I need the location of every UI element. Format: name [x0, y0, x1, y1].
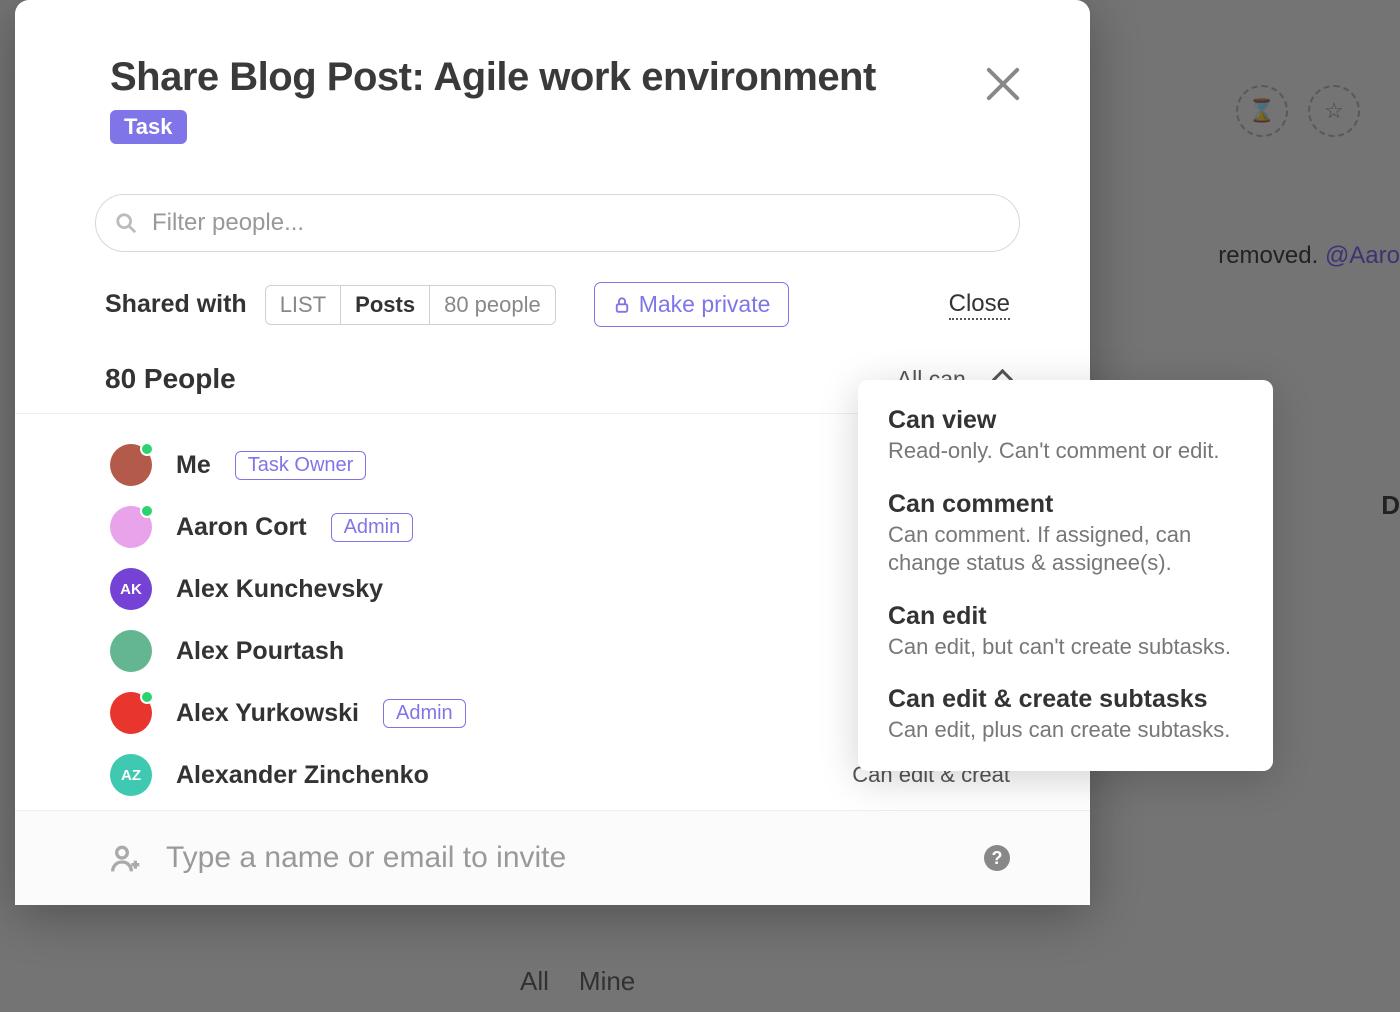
close-link[interactable]: Close	[949, 290, 1010, 320]
task-badge: Task	[110, 110, 187, 144]
permission-dropdown: Can viewRead-only. Can't comment or edit…	[858, 380, 1273, 771]
permission-option-title: Can edit	[888, 602, 1243, 631]
permission-option[interactable]: Can commentCan comment. If assigned, can…	[888, 490, 1243, 578]
permission-option[interactable]: Can edit & create subtasksCan edit, plus…	[888, 685, 1243, 745]
make-private-button[interactable]: Make private	[594, 282, 790, 327]
avatar	[110, 630, 152, 672]
role-badge: Admin	[383, 699, 466, 728]
filter-people-input[interactable]	[95, 194, 1020, 252]
person-name: Alex Kunchevsky	[176, 575, 383, 604]
person-name: Alex Pourtash	[176, 637, 344, 666]
online-dot	[140, 442, 154, 456]
person-name: Aaron Cort	[176, 513, 307, 542]
help-icon[interactable]: ?	[984, 845, 1010, 871]
shared-with-label: Shared with	[105, 290, 247, 319]
share-segments: LIST Posts 80 people	[265, 285, 556, 325]
segment-people[interactable]: 80 people	[430, 286, 555, 324]
person-name: Alex Yurkowski	[176, 699, 359, 728]
permission-option-desc: Can edit, but can't create subtasks.	[888, 633, 1243, 662]
avatar	[110, 506, 152, 548]
avatar: AZ	[110, 754, 152, 796]
avatar: AK	[110, 568, 152, 610]
modal-title: Share Blog Post: Agile work environment	[110, 55, 1020, 100]
person-name: Alexander Zinchenko	[176, 761, 429, 790]
invite-input[interactable]	[166, 841, 960, 875]
role-badge: Task Owner	[235, 451, 367, 480]
avatar	[110, 692, 152, 734]
permission-option[interactable]: Can viewRead-only. Can't comment or edit…	[888, 406, 1243, 466]
close-icon[interactable]	[981, 60, 1025, 104]
people-count: 80 People	[105, 363, 236, 395]
segment-posts[interactable]: Posts	[341, 286, 430, 324]
avatar	[110, 444, 152, 486]
segment-list[interactable]: LIST	[266, 286, 341, 324]
search-icon	[115, 212, 137, 234]
lock-icon	[613, 296, 631, 314]
role-badge: Admin	[331, 513, 414, 542]
online-dot	[140, 504, 154, 518]
permission-option-title: Can edit & create subtasks	[888, 685, 1243, 714]
permission-option-desc: Can comment. If assigned, can change sta…	[888, 521, 1243, 578]
online-dot	[140, 690, 154, 704]
permission-option-desc: Can edit, plus can create subtasks.	[888, 716, 1243, 745]
permission-option[interactable]: Can editCan edit, but can't create subta…	[888, 602, 1243, 662]
permission-option-desc: Read-only. Can't comment or edit.	[888, 437, 1243, 466]
person-name: Me	[176, 451, 211, 480]
permission-option-title: Can view	[888, 406, 1243, 435]
add-person-icon	[110, 842, 142, 874]
permission-option-title: Can comment	[888, 490, 1243, 519]
